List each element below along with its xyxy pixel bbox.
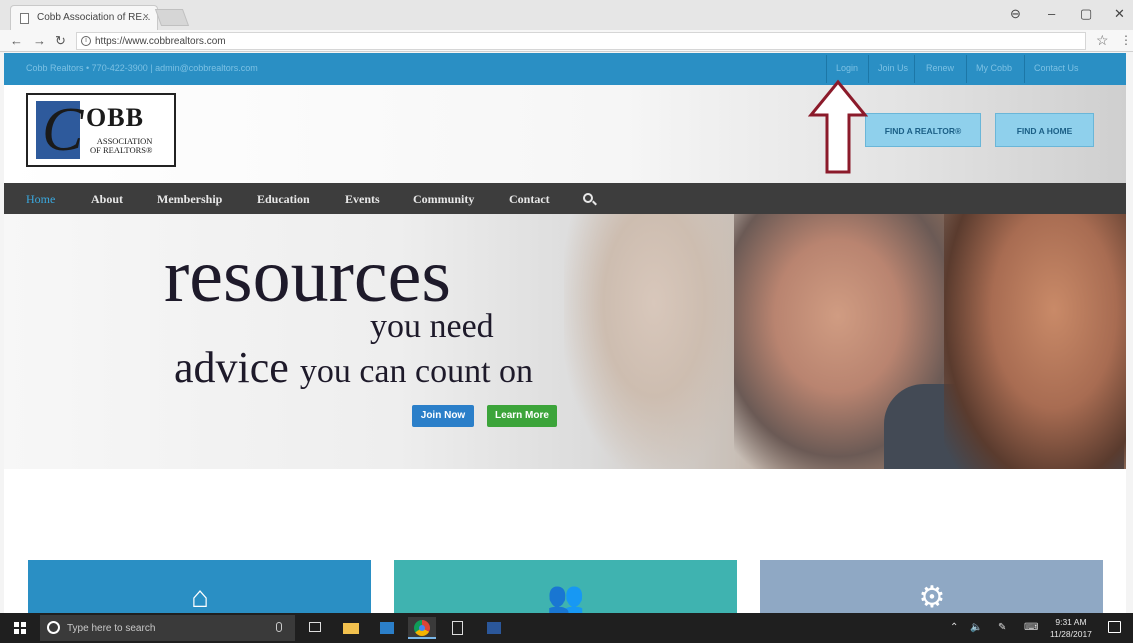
hero-headline: resources	[164, 234, 451, 318]
hero-photo	[564, 214, 744, 469]
bookmark-star-icon[interactable]: ☆	[1096, 32, 1109, 49]
renew-link[interactable]: Renew	[926, 63, 954, 73]
learn-more-button[interactable]: Learn More	[487, 405, 557, 427]
forward-icon[interactable]: →	[33, 33, 46, 48]
logo-mark: C	[36, 96, 83, 164]
home-icon: ⌂	[190, 581, 210, 613]
tab-title: Cobb Association of RE...	[37, 12, 151, 23]
hero-banner: resources you need advice you can count …	[4, 214, 1126, 469]
top-contact-bar: Cobb Realtors • 770-422-3900 | admin@cob…	[4, 53, 1126, 85]
pen-icon[interactable]: ✎	[998, 622, 1006, 633]
windows-taskbar: Type here to search ⌃ 🔈 ✎ ⌨ 9:31 AM 11/2…	[0, 613, 1133, 643]
account-icon[interactable]: ⊖	[1010, 6, 1021, 22]
feature-card-gears[interactable]: ⚙	[760, 560, 1103, 613]
nav-education[interactable]: Education	[257, 192, 310, 207]
word-app-icon[interactable]	[480, 617, 508, 639]
hero-subline: you need	[370, 308, 494, 345]
action-center-icon[interactable]	[1108, 621, 1121, 633]
volume-icon[interactable]: 🔈	[970, 622, 982, 633]
nav-membership[interactable]: Membership	[157, 192, 222, 207]
gears-icon: ⚙	[918, 581, 946, 613]
nav-contact[interactable]: Contact	[509, 192, 550, 207]
browser-menu-icon[interactable]: ⋮	[1120, 33, 1132, 47]
url-text: https://www.cobbrealtors.com	[95, 36, 226, 47]
reload-icon[interactable]: ↻	[55, 33, 66, 49]
address-bar[interactable]: i https://www.cobbrealtors.com	[76, 32, 1086, 50]
logo-text: OBB	[86, 103, 144, 132]
login-link[interactable]: Login	[836, 63, 858, 73]
calculator-app-icon[interactable]	[444, 617, 472, 639]
main-nav: Home About Membership Education Events C…	[4, 183, 1126, 214]
taskbar-clock[interactable]: 9:31 AM 11/28/2017	[1050, 616, 1092, 640]
divider	[868, 55, 869, 83]
logo-subtext: ASSOCIATION OF REALTORS®	[90, 136, 153, 155]
browser-tab[interactable]: Cobb Association of RE... ×	[10, 5, 158, 30]
minimize-button[interactable]: –	[1048, 6, 1055, 21]
join-now-button[interactable]: Join Now	[412, 405, 474, 427]
find-home-button[interactable]: FIND A HOME	[995, 113, 1094, 147]
feature-card-people[interactable]: 👥	[394, 560, 737, 613]
web-page: Cobb Realtors • 770-422-3900 | admin@cob…	[4, 53, 1126, 613]
up-arrow-annotation-icon	[808, 79, 868, 174]
hero-tagline: advice you can count on	[174, 343, 534, 392]
file-explorer-icon[interactable]	[337, 617, 365, 639]
nav-community[interactable]: Community	[413, 192, 474, 207]
divider	[966, 55, 967, 83]
tab-close-icon[interactable]: ×	[143, 11, 149, 23]
contact-us-link[interactable]: Contact Us	[1034, 63, 1079, 73]
nav-events[interactable]: Events	[345, 192, 380, 207]
divider	[1024, 55, 1025, 83]
close-window-button[interactable]: ✕	[1114, 6, 1125, 22]
people-icon: 👥	[547, 581, 585, 613]
cobb-logo[interactable]: C OBB ASSOCIATION OF REALTORS®	[26, 93, 176, 167]
browser-tab-strip: Cobb Association of RE... × ⊖ – ▢ ✕	[0, 0, 1133, 30]
task-view-icon[interactable]	[302, 617, 330, 639]
my-cobb-link[interactable]: My Cobb	[976, 63, 1012, 73]
new-tab-button[interactable]	[154, 9, 190, 26]
nav-home[interactable]: Home	[26, 192, 55, 207]
cortana-icon	[47, 621, 60, 634]
tray-expand-icon[interactable]: ⌃	[950, 622, 958, 633]
nav-about[interactable]: About	[91, 192, 123, 207]
taskbar-search-box[interactable]: Type here to search	[40, 615, 295, 641]
divider	[914, 55, 915, 83]
browser-toolbar: ← → ↻ i https://www.cobbrealtors.com ☆ ⋮	[0, 30, 1133, 52]
back-icon[interactable]: ←	[10, 33, 23, 48]
chrome-app-icon[interactable]	[408, 617, 436, 639]
info-icon[interactable]: i	[81, 36, 91, 46]
find-realtor-button[interactable]: FIND A REALTOR®	[865, 113, 981, 147]
maximize-button[interactable]: ▢	[1080, 6, 1092, 22]
microphone-icon[interactable]	[276, 622, 282, 632]
search-placeholder: Type here to search	[67, 623, 156, 634]
contact-info: Cobb Realtors • 770-422-3900 | admin@cob…	[26, 63, 258, 73]
join-us-link[interactable]: Join Us	[878, 63, 908, 73]
hero-photo	[944, 214, 1126, 469]
search-icon[interactable]	[583, 193, 593, 203]
windows-start-icon[interactable]	[14, 622, 26, 634]
keyboard-icon[interactable]: ⌨	[1024, 622, 1038, 633]
store-app-icon[interactable]	[373, 617, 401, 639]
page-icon	[20, 13, 29, 24]
feature-card-home[interactable]: ⌂	[28, 560, 371, 613]
